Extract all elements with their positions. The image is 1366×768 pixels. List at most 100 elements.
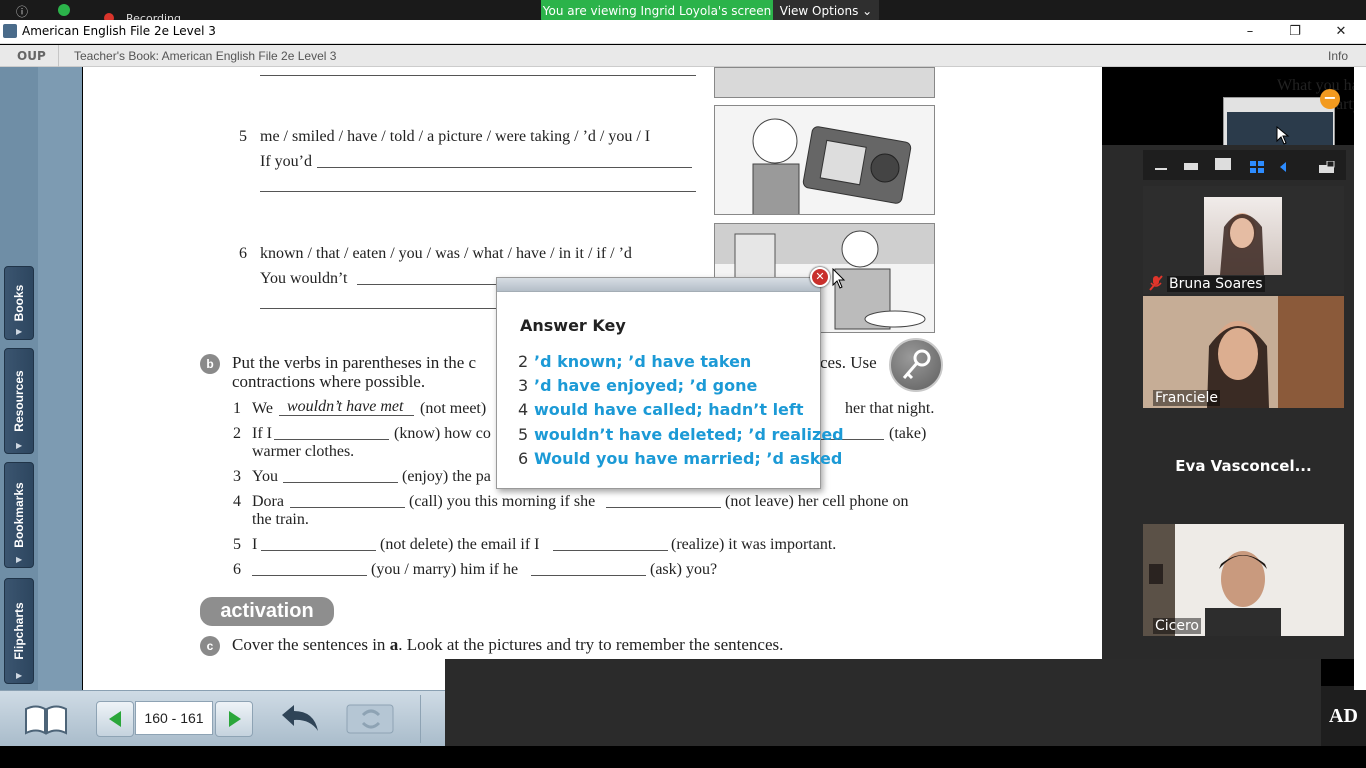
exercise-text: (not meet) (420, 400, 487, 417)
exercise-text: (call) you this morning if she (409, 493, 596, 510)
side-tab-strip: Books ▶ Resources ▶ Bookmarks ▶ Flipchar… (0, 67, 38, 690)
answer-line (260, 308, 496, 309)
answer-line (317, 167, 692, 168)
app-header: OUP Teacher's Book: American English Fil… (0, 45, 1366, 67)
participant-name: Bruna Soares (1167, 276, 1265, 292)
answer-number: 6 (518, 449, 529, 468)
section-c-text: Cover the sentences in a. Look at the pi… (232, 635, 783, 655)
answer-text: ’d known; ’d have taken (534, 352, 752, 371)
strip-view-icon[interactable] (1184, 163, 1198, 170)
avatar (1204, 197, 1282, 275)
minimize-gallery-icon[interactable] (1155, 168, 1167, 170)
participant-tile[interactable]: Eva Vasconcel... (1143, 410, 1344, 522)
restore-button[interactable]: ❐ (1280, 22, 1310, 42)
exercise-text: (enjoy) the pa (402, 468, 491, 485)
cursor-icon (1276, 126, 1290, 145)
info-circle-icon[interactable]: ⓘ (16, 3, 28, 20)
participant-tile[interactable]: Franciele (1143, 296, 1344, 408)
book-icon[interactable] (22, 701, 70, 737)
sentence-prompt: If you’d (260, 153, 312, 170)
exercise-text: (realize) it was important. (671, 536, 837, 553)
shared-screen-overlay (445, 659, 1321, 746)
answer-line (252, 575, 367, 576)
exercise-text: (not leave) her cell phone on (725, 493, 909, 510)
view-options-button[interactable]: View Options ⌄ (773, 0, 879, 22)
exercise-text: the train. (252, 511, 309, 528)
participant-name: Eva Vasconcel... (1175, 457, 1312, 475)
close-window-button[interactable]: ✕ (1326, 22, 1356, 42)
answer-number: 3 (518, 376, 529, 395)
answer-line (531, 575, 646, 576)
answer-key-title: Answer Key (520, 316, 626, 335)
screen-preview-thumbnail[interactable] (1223, 97, 1335, 147)
answer-row: 5 wouldn’t have deleted; ’d realized (518, 425, 844, 444)
exercise-text: We (252, 400, 273, 417)
exercise-text: (know) how co (394, 425, 491, 442)
prev-page-button[interactable] (96, 701, 134, 737)
viewing-banner: You are viewing Ingrid Loyola's screen (541, 0, 773, 22)
tab-flipcharts[interactable]: Flipcharts ▶ (4, 578, 34, 684)
info-button[interactable]: Info (1328, 49, 1348, 63)
speaker-view-icon[interactable] (1215, 158, 1231, 170)
chevron-right-icon: ▶ (16, 441, 23, 450)
item-number: 1 (233, 400, 241, 417)
participant-tile[interactable]: Cicero (1143, 524, 1344, 636)
answer-line (260, 191, 696, 192)
collapse-preview-button[interactable]: − (1320, 89, 1340, 109)
participant-tile[interactable]: Bruna Soares (1143, 186, 1344, 294)
minimize-button[interactable]: – (1235, 22, 1265, 42)
exercise-text: You (252, 468, 278, 485)
app-icon (3, 24, 17, 38)
right-column-text: What you ha (1277, 77, 1359, 94)
illustration-camera (714, 105, 935, 215)
tab-flipcharts-label: Flipcharts (12, 602, 26, 660)
answer-key-dialog: Answer Key 2 ’d known; ’d have taken 3 ’d … (496, 277, 844, 489)
gallery-view-icon[interactable] (1250, 158, 1265, 173)
undo-arrow-icon[interactable] (276, 701, 324, 737)
section-b-instructions: Put the verbs in parentheses in the c (232, 353, 477, 372)
pop-out-icon[interactable] (1319, 158, 1335, 173)
section-c-marker: c (200, 636, 220, 656)
chevron-right-icon: ▶ (16, 671, 23, 680)
publisher-label[interactable]: OUP (17, 49, 46, 63)
illustration-top (714, 67, 935, 98)
answer-text: would have called; hadn’t left (534, 400, 804, 419)
chevron-right-icon: ▶ (16, 555, 23, 564)
dialog-titlebar[interactable] (497, 278, 820, 292)
exercise-text: (not delete) the email if I (380, 536, 540, 553)
mouse-cursor-icon (832, 267, 846, 294)
page-range-field[interactable]: 160 - 161 (135, 701, 213, 735)
exercise-text: (take) (889, 425, 927, 442)
page-edge (1354, 67, 1366, 690)
answer-text: Would you have married; ’d asked (534, 449, 843, 468)
answer-text: ’d have enjoyed; ’d gone (534, 376, 758, 395)
answer-line (274, 439, 389, 440)
activation-heading: activation (200, 597, 334, 626)
answer-key-button[interactable] (889, 338, 943, 392)
window-title: American English File 2e Level 3 (22, 24, 216, 38)
window-titlebar: American English File 2e Level 3 – ❐ ✕ (0, 20, 1366, 44)
exercise-text: If I (252, 425, 272, 442)
answer-line (290, 507, 405, 508)
sync-icon[interactable] (345, 701, 397, 737)
tab-books-label: Books (12, 284, 26, 322)
answer-number: 2 (518, 352, 529, 371)
tab-books[interactable]: Books ▶ (4, 266, 34, 340)
close-dialog-button[interactable]: ✕ (810, 267, 830, 287)
answer-row: 4 would have called; hadn’t left (518, 400, 804, 419)
item-number: 6 (233, 561, 241, 578)
example-answer: wouldn’t have met (287, 398, 404, 415)
shield-icon[interactable] (58, 4, 70, 16)
answer-row: 3 ’d have enjoyed; ’d gone (518, 376, 757, 395)
section-b-marker: b (200, 354, 220, 374)
exercise-text: warmer clothes. (252, 443, 355, 460)
next-page-button[interactable] (215, 701, 253, 737)
tab-resources[interactable]: Resources ▶ (4, 348, 34, 454)
answer-row: 2 ’d known; ’d have taken (518, 352, 751, 371)
tab-bookmarks[interactable]: Bookmarks ▶ (4, 462, 34, 568)
book-title: Teacher's Book: American English File 2e… (74, 49, 337, 63)
section-c-text-a: Cover the sentences in (232, 635, 390, 654)
item-number: 6 (239, 245, 247, 262)
section-b-instructions-2: contractions where possible. (232, 372, 426, 391)
collapse-arrow-icon[interactable] (1279, 158, 1287, 172)
